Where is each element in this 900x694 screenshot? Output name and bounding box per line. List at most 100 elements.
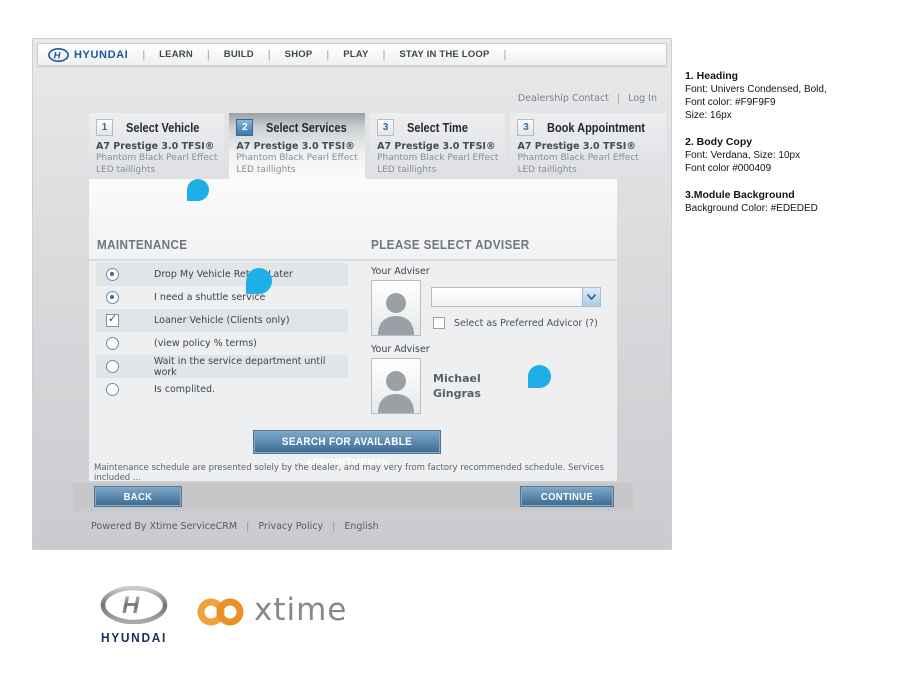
privacy-policy-link[interactable]: Privacy Policy bbox=[258, 521, 323, 532]
chevron-down-icon bbox=[587, 294, 596, 300]
service-option-row[interactable]: Is complited. bbox=[96, 378, 348, 401]
vehicle-option: LED taillights bbox=[96, 165, 217, 177]
service-option-label: Drop My Vehicle Return Later bbox=[154, 269, 293, 280]
vehicle-summary: A7 Prestige 3.0 TFSI® Phantom Black Pear… bbox=[370, 138, 505, 182]
tab-select-time[interactable]: 3 Select Time A7 Prestige 3.0 TFSI® Phan… bbox=[370, 113, 505, 179]
step-tabs: 1 Select Vehicle A7 Prestige 3.0 TFSI® P… bbox=[89, 113, 617, 179]
footer-divider: | bbox=[332, 521, 335, 532]
service-option-row[interactable]: Drop My Vehicle Return Later bbox=[96, 263, 348, 286]
annotation-module-background: 3.Module Background Background Color: #E… bbox=[685, 189, 890, 215]
tab-label: Select Vehicle bbox=[126, 121, 199, 135]
footer-divider: | bbox=[246, 521, 249, 532]
service-option-row[interactable]: Wait in the service department until wor… bbox=[96, 355, 348, 378]
radio-button[interactable] bbox=[106, 383, 119, 396]
vehicle-model: A7 Prestige 3.0 TFSI® bbox=[377, 141, 498, 153]
your-adviser-label-2: Your Adviser bbox=[371, 344, 430, 355]
annotation-line: Font: Univers Condensed, Bold, bbox=[685, 83, 890, 96]
select-adviser-heading: PLEASE SELECT ADVISER bbox=[371, 237, 530, 252]
hyundai-footer-logo: H HYUNDAI bbox=[86, 586, 182, 645]
hyundai-nav-brand[interactable]: H HYUNDAI bbox=[48, 48, 128, 62]
back-button-label: BACK bbox=[124, 488, 153, 506]
adviser-avatar-placeholder bbox=[371, 280, 421, 336]
step-number-badge: 3 bbox=[377, 119, 394, 136]
person-silhouette-icon bbox=[376, 367, 416, 413]
vehicle-option: LED taillights bbox=[377, 165, 498, 177]
hyundai-footer-wordmark: HYUNDAI bbox=[88, 631, 179, 645]
hyundai-logo-icon: H bbox=[48, 48, 69, 62]
service-option-label: Loaner Vehicle (Clients only) bbox=[154, 315, 290, 326]
back-button[interactable]: BACK bbox=[95, 487, 181, 506]
preferred-adviser-checkbox[interactable] bbox=[433, 317, 445, 329]
annotation-heading: 1. Heading Font: Univers Condensed, Bold… bbox=[685, 70, 890, 122]
nav-item-stay-in-the-loop[interactable]: STAY IN THE LOOP bbox=[399, 49, 489, 60]
vehicle-summary: A7 Prestige 3.0 TFSI® Phantom Black Pear… bbox=[229, 138, 365, 182]
app-window: H HYUNDAI | LEARN | BUILD | SHOP | PLAY … bbox=[32, 38, 672, 550]
adviser-name-last: Gingras bbox=[433, 386, 481, 401]
design-annotations: 1. Heading Font: Univers Condensed, Bold… bbox=[685, 70, 890, 229]
service-option-row[interactable]: I need a shuttle service bbox=[96, 286, 348, 309]
search-appointments-button[interactable]: SEARCH FOR AVAILABLE APPOINTMENTS bbox=[254, 431, 440, 453]
checkbox[interactable] bbox=[106, 314, 119, 327]
radio-button[interactable] bbox=[106, 360, 119, 373]
service-options-list: Drop My Vehicle Return Later I need a sh… bbox=[96, 263, 348, 401]
nav-item-build[interactable]: BUILD bbox=[224, 49, 254, 60]
tab-select-services[interactable]: 2 Select Services A7 Prestige 3.0 TFSI® … bbox=[229, 113, 365, 179]
callout-marker-1 bbox=[187, 179, 209, 201]
adviser-name-first: Michael bbox=[433, 371, 481, 386]
radio-button[interactable] bbox=[106, 337, 119, 350]
nav-item-learn[interactable]: LEARN bbox=[159, 49, 193, 60]
bottom-action-bar: BACK CONTINUE bbox=[73, 483, 633, 511]
vehicle-color: Phantom Black Pearl Effect bbox=[96, 153, 217, 165]
tab-book-appointment[interactable]: 3 Book Appointment A7 Prestige 3.0 TFSI®… bbox=[510, 113, 665, 179]
vehicle-option: LED taillights bbox=[236, 165, 358, 177]
adviser-dropdown[interactable] bbox=[431, 287, 601, 307]
powered-by-text: Powered By Xtime ServiceCRM bbox=[91, 521, 237, 532]
preferred-adviser-label: Select as Preferred Advicor (?) bbox=[454, 318, 598, 329]
dropdown-arrow-button[interactable] bbox=[582, 288, 600, 306]
vehicle-color: Phantom Black Pearl Effect bbox=[517, 153, 658, 165]
adviser-name: Michael Gingras bbox=[433, 371, 481, 401]
radio-button[interactable] bbox=[106, 268, 119, 281]
nav-divider: | bbox=[142, 49, 145, 61]
radio-button[interactable] bbox=[106, 291, 119, 304]
tab-header: 2 Select Services bbox=[229, 113, 365, 138]
log-in-link[interactable]: Log In bbox=[628, 93, 657, 104]
tab-label: Book Appointment bbox=[547, 121, 645, 135]
nav-divider: | bbox=[383, 49, 386, 61]
hyundai-ellipse-logo-icon: H bbox=[100, 586, 168, 624]
vehicle-color: Phantom Black Pearl Effect bbox=[377, 153, 498, 165]
xtime-footer-logo: xtime bbox=[196, 592, 347, 628]
dealership-contact-link[interactable]: Dealership Contact bbox=[518, 93, 609, 104]
person-silhouette-icon bbox=[376, 289, 416, 335]
service-option-label: (view policy % terms) bbox=[154, 338, 257, 349]
step-number-badge: 3 bbox=[517, 119, 534, 136]
nav-divider: | bbox=[326, 49, 329, 61]
tab-select-vehicle[interactable]: 1 Select Vehicle A7 Prestige 3.0 TFSI® P… bbox=[89, 113, 224, 179]
vehicle-model: A7 Prestige 3.0 TFSI® bbox=[517, 141, 658, 153]
hyundai-nav-wordmark: HYUNDAI bbox=[74, 49, 128, 61]
links-divider: | bbox=[617, 93, 620, 104]
maintenance-heading: MAINTENANCE bbox=[97, 237, 187, 252]
vehicle-model: A7 Prestige 3.0 TFSI® bbox=[96, 141, 217, 153]
service-option-row[interactable]: Loaner Vehicle (Clients only) bbox=[96, 309, 348, 332]
your-adviser-label-1: Your Adviser bbox=[371, 266, 430, 277]
vehicle-color: Phantom Black Pearl Effect bbox=[236, 153, 358, 165]
language-link[interactable]: English bbox=[344, 521, 378, 532]
maintenance-disclaimer: Maintenance schedule are presented solel… bbox=[94, 463, 617, 483]
svg-text:H: H bbox=[122, 592, 140, 619]
tab-label: Select Services bbox=[266, 121, 347, 135]
nav-item-shop[interactable]: SHOP bbox=[285, 49, 313, 60]
nav-divider: | bbox=[207, 49, 210, 61]
service-option-row[interactable]: (view policy % terms) bbox=[96, 332, 348, 355]
nav-divider: | bbox=[504, 49, 507, 61]
tab-header: 3 Book Appointment bbox=[510, 113, 665, 138]
annotation-title: 3.Module Background bbox=[685, 189, 890, 202]
vehicle-model: A7 Prestige 3.0 TFSI® bbox=[236, 141, 358, 153]
nav-item-play[interactable]: PLAY bbox=[343, 49, 368, 60]
annotation-line: Font color #000409 bbox=[685, 162, 890, 175]
account-links: Dealership Contact | Log In bbox=[518, 93, 657, 104]
continue-button[interactable]: CONTINUE bbox=[521, 487, 613, 506]
step-number-badge: 2 bbox=[236, 119, 253, 136]
top-navbar: H HYUNDAI | LEARN | BUILD | SHOP | PLAY … bbox=[37, 43, 667, 66]
xtime-footer-wordmark: xtime bbox=[254, 592, 347, 628]
